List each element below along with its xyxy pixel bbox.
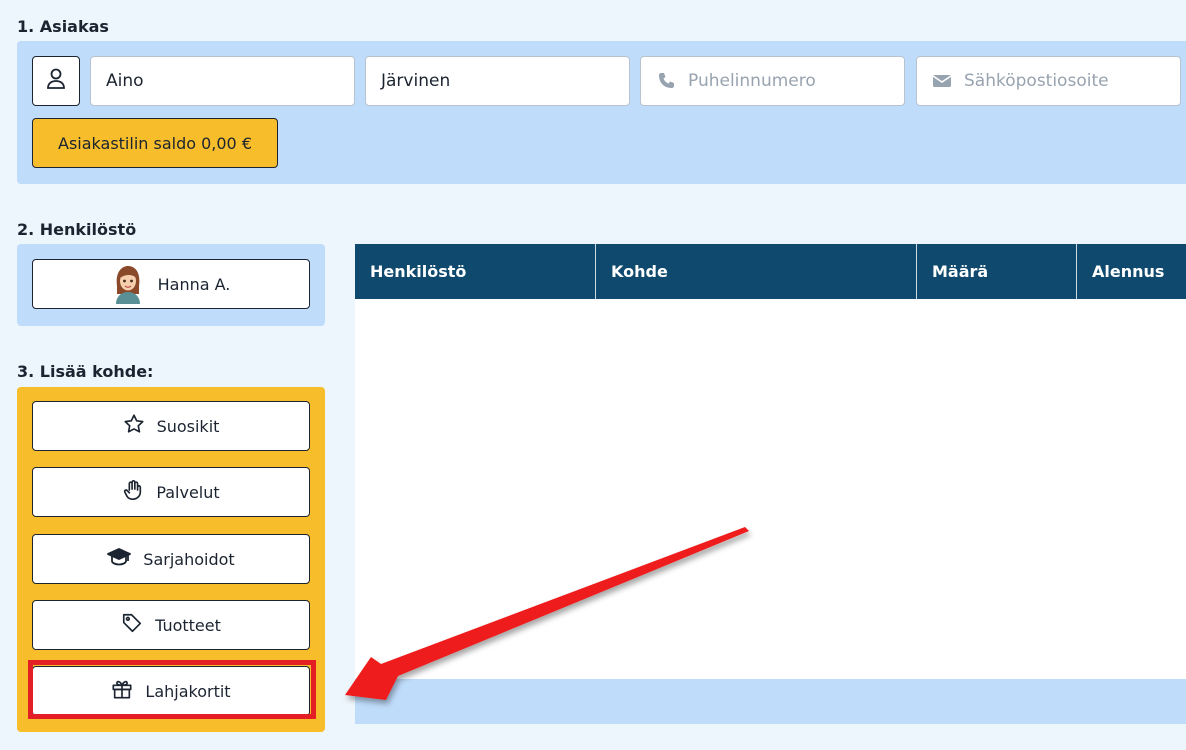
favorites-label: Suosikit	[156, 416, 220, 436]
last-name-value: Järvinen	[381, 71, 451, 91]
phone-placeholder: Puhelinnumero	[688, 71, 816, 91]
first-name-value: Aino	[106, 71, 144, 91]
add-item-section-title: 3. Lisää kohde:	[17, 362, 154, 381]
customer-balance-button[interactable]: Asiakastilin saldo 0,00 €	[32, 118, 278, 168]
column-header-staff[interactable]: Henkilöstö	[355, 244, 596, 299]
series-treatments-button[interactable]: Sarjahoidot	[32, 534, 310, 584]
favorites-button[interactable]: Suosikit	[32, 401, 310, 451]
first-name-field[interactable]: Aino	[90, 56, 355, 106]
balance-label: Asiakastilin saldo 0,00 €	[58, 133, 252, 153]
services-label: Palvelut	[156, 482, 220, 502]
gift-cards-highlight	[28, 660, 316, 719]
services-button[interactable]: Palvelut	[32, 467, 310, 517]
tag-icon	[121, 612, 143, 638]
person-icon	[46, 67, 66, 95]
table-footer	[355, 679, 1186, 724]
email-placeholder: Sähköpostiosoite	[964, 71, 1109, 91]
staff-section-title: 2. Henkilöstö	[17, 220, 137, 239]
order-table: Henkilöstö Kohde Määrä Alennus	[355, 244, 1186, 724]
customer-search-button[interactable]	[32, 56, 80, 106]
customer-section-title: 1. Asiakas	[17, 17, 109, 36]
column-header-discount[interactable]: Alennus	[1077, 244, 1186, 299]
star-icon	[123, 413, 145, 439]
graduation-cap-icon	[107, 546, 132, 572]
column-header-item[interactable]: Kohde	[596, 244, 917, 299]
staff-name: Hanna A.	[157, 274, 231, 294]
series-treatments-label: Sarjahoidot	[143, 549, 235, 569]
products-label: Tuotteet	[155, 615, 221, 635]
last-name-field[interactable]: Järvinen	[365, 56, 630, 106]
phone-field[interactable]: Puhelinnumero	[640, 56, 905, 106]
staff-select-button[interactable]: Hanna A.	[32, 259, 310, 309]
envelope-icon	[932, 73, 952, 89]
column-header-quantity[interactable]: Määrä	[917, 244, 1077, 299]
email-field[interactable]: Sähköpostiosoite	[916, 56, 1181, 106]
avatar	[112, 264, 144, 304]
phone-icon	[656, 71, 676, 91]
products-button[interactable]: Tuotteet	[32, 600, 310, 650]
hand-icon	[122, 479, 144, 505]
table-header: Henkilöstö Kohde Määrä Alennus	[355, 244, 1186, 299]
